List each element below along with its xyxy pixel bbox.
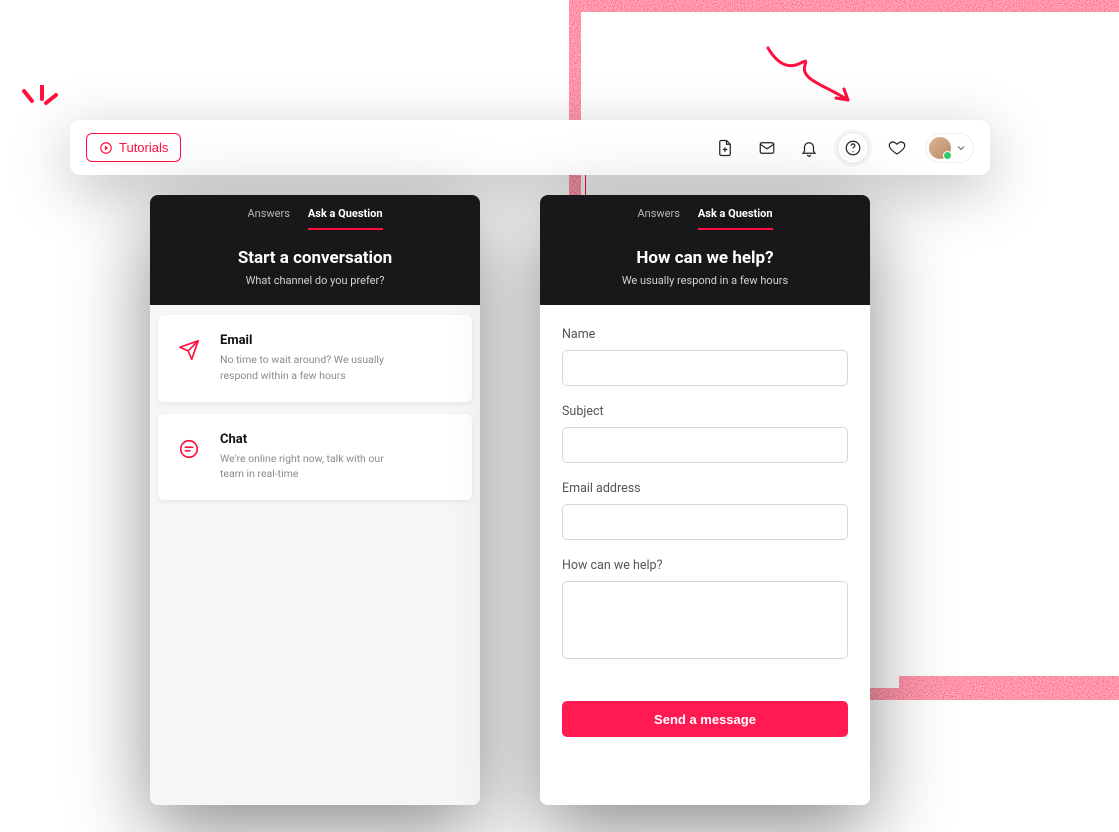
panel-header: Answers Ask a Question Start a conversat… xyxy=(150,195,480,305)
mail-icon-button[interactable] xyxy=(753,134,781,162)
panel-body: Email No time to wait around? We usually… xyxy=(150,305,480,805)
tab-ask-question[interactable]: Ask a Question xyxy=(308,207,383,230)
email-input[interactable] xyxy=(562,504,848,540)
panel-subtitle: What channel do you prefer? xyxy=(150,274,480,287)
topbar-icons xyxy=(711,132,974,164)
chevron-down-icon xyxy=(955,142,967,154)
user-menu[interactable] xyxy=(925,133,974,163)
help-icon xyxy=(844,139,862,157)
panel-subtitle: We usually respond in a few hours xyxy=(540,274,870,287)
panel-tabs: Answers Ask a Question xyxy=(540,195,870,230)
decorative-arrow xyxy=(760,40,860,110)
subject-input[interactable] xyxy=(562,427,848,463)
start-conversation-panel: Answers Ask a Question Start a conversat… xyxy=(150,195,480,805)
channel-title: Chat xyxy=(220,432,390,447)
channel-title: Email xyxy=(220,333,390,348)
bell-icon-button[interactable] xyxy=(795,134,823,162)
name-input[interactable] xyxy=(562,350,848,386)
channel-desc: No time to wait around? We usually respo… xyxy=(220,352,390,384)
document-icon xyxy=(716,139,734,157)
tab-ask-question[interactable]: Ask a Question xyxy=(698,207,773,230)
channel-desc: We're online right now, talk with our te… xyxy=(220,451,390,483)
tab-answers[interactable]: Answers xyxy=(637,207,679,230)
tab-answers[interactable]: Answers xyxy=(247,207,289,230)
chat-icon xyxy=(174,434,204,464)
panel-body: Name Subject Email address How can we he… xyxy=(540,305,870,805)
help-form-panel: Answers Ask a Question How can we help? … xyxy=(540,195,870,805)
avatar xyxy=(929,137,951,159)
send-icon xyxy=(174,335,204,365)
help-icon-button[interactable] xyxy=(837,132,869,164)
email-label: Email address xyxy=(562,481,848,496)
document-icon-button[interactable] xyxy=(711,134,739,162)
channel-chat[interactable]: Chat We're online right now, talk with o… xyxy=(158,414,472,501)
tutorials-button[interactable]: Tutorials xyxy=(86,133,181,162)
heart-icon-button[interactable] xyxy=(883,134,911,162)
panel-header: Answers Ask a Question How can we help? … xyxy=(540,195,870,305)
panel-title: Start a conversation xyxy=(150,248,480,268)
help-textarea[interactable] xyxy=(562,581,848,659)
send-message-button[interactable]: Send a message xyxy=(562,701,848,737)
panel-tabs: Answers Ask a Question xyxy=(150,195,480,230)
channel-email[interactable]: Email No time to wait around? We usually… xyxy=(158,315,472,402)
tutorials-label: Tutorials xyxy=(119,140,168,155)
name-label: Name xyxy=(562,327,848,342)
mail-icon xyxy=(758,139,776,157)
play-icon xyxy=(99,141,113,155)
heart-icon xyxy=(888,139,906,157)
subject-label: Subject xyxy=(562,404,848,419)
bell-icon xyxy=(800,139,818,157)
decorative-sparks xyxy=(18,85,58,125)
panel-title: How can we help? xyxy=(540,248,870,268)
top-bar: Tutorials xyxy=(70,120,990,175)
help-label: How can we help? xyxy=(562,558,848,573)
